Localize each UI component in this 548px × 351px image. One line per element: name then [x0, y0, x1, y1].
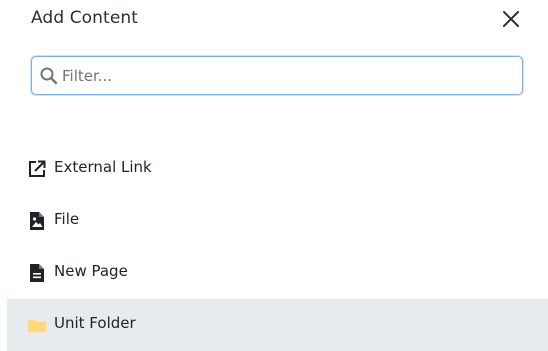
page-icon [30, 264, 44, 282]
list-item-unit-folder[interactable]: Unit Folder [7, 299, 548, 351]
external-link-icon [29, 160, 46, 177]
add-content-dialog: Add Content External Link [0, 0, 548, 351]
list-item-label: New Page [54, 262, 128, 280]
filter-field[interactable] [31, 56, 523, 95]
search-icon [40, 67, 58, 85]
dialog-header: Add Content [0, 0, 548, 40]
list-item-file[interactable]: File [7, 195, 548, 247]
close-icon[interactable] [498, 6, 524, 32]
list-item-external-link[interactable]: External Link [7, 143, 548, 195]
folder-icon [27, 319, 47, 333]
dialog-title: Add Content [31, 8, 139, 28]
content-type-list: External Link File New Page Unit Folder [7, 143, 548, 351]
list-item-label: External Link [54, 158, 152, 176]
list-item-label: File [54, 210, 80, 228]
file-image-icon [30, 212, 44, 230]
list-item-new-page[interactable]: New Page [7, 247, 548, 299]
filter-input[interactable] [62, 57, 514, 94]
list-item-label: Unit Folder [54, 314, 136, 332]
